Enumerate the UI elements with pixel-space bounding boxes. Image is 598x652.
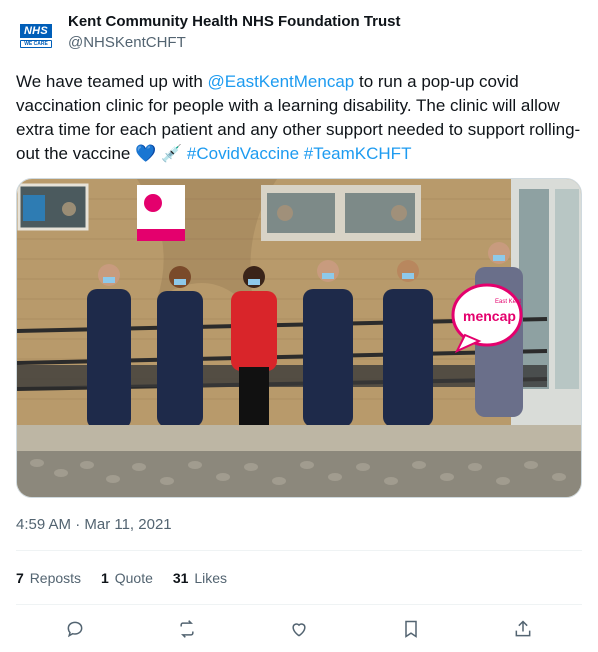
share-button[interactable] <box>510 616 536 642</box>
likes-stat[interactable]: 31 Likes <box>173 570 227 586</box>
mention-link[interactable]: @EastKentMencap <box>208 72 355 91</box>
sign-text: mencap <box>463 308 516 324</box>
we-care-text: WE CARE <box>20 40 52 48</box>
quotes-label: Quote <box>114 570 153 586</box>
reply-button[interactable] <box>62 616 88 642</box>
author-display-name[interactable]: Kent Community Health NHS Foundation Tru… <box>68 13 401 30</box>
blue-heart-emoji: 💙 <box>135 144 157 163</box>
reply-icon <box>67 621 83 638</box>
tweet-text: We have teamed up with @EastKentMencap t… <box>16 70 582 166</box>
bookmark-button[interactable] <box>398 616 424 642</box>
tweet-text-part: We have teamed up with <box>16 72 208 91</box>
reposts-label: Reposts <box>29 570 82 586</box>
action-bar <box>16 616 582 642</box>
author-handle[interactable]: @NHSKentCHFT <box>68 34 186 51</box>
reposts-stat[interactable]: 7 Reposts <box>16 570 81 586</box>
bookmark-icon <box>405 620 417 638</box>
tweet-header: NHS WE CARE Kent Community Health NHS Fo… <box>16 10 582 60</box>
sign-small-text: East Kent <box>495 299 521 305</box>
quotes-stat[interactable]: 1 Quote <box>101 570 153 586</box>
tweet-photo[interactable]: East Kent mencap <box>16 178 582 498</box>
likes-label: Likes <box>194 570 228 586</box>
divider <box>16 550 582 551</box>
repost-button[interactable] <box>174 616 200 642</box>
tweet-timestamp[interactable]: 4:59 AM · Mar 11, 2021 <box>16 516 172 533</box>
share-icon <box>515 620 531 637</box>
repost-icon <box>180 620 194 638</box>
nhs-logo-text: NHS <box>19 24 53 38</box>
like-icon <box>292 623 306 637</box>
hashtag-link[interactable]: #TeamKCHFT <box>304 144 412 163</box>
hashtag-link[interactable]: #CovidVaccine <box>187 144 299 163</box>
reposts-count: 7 <box>16 570 24 586</box>
quotes-count: 1 <box>101 570 109 586</box>
engagement-stats: 7 Reposts 1 Quote 31 Likes <box>16 570 227 586</box>
avatar[interactable]: NHS WE CARE <box>16 16 56 56</box>
syringe-emoji: 💉 <box>160 144 183 163</box>
like-button[interactable] <box>286 616 312 642</box>
likes-count: 31 <box>172 570 189 586</box>
divider <box>16 604 582 605</box>
